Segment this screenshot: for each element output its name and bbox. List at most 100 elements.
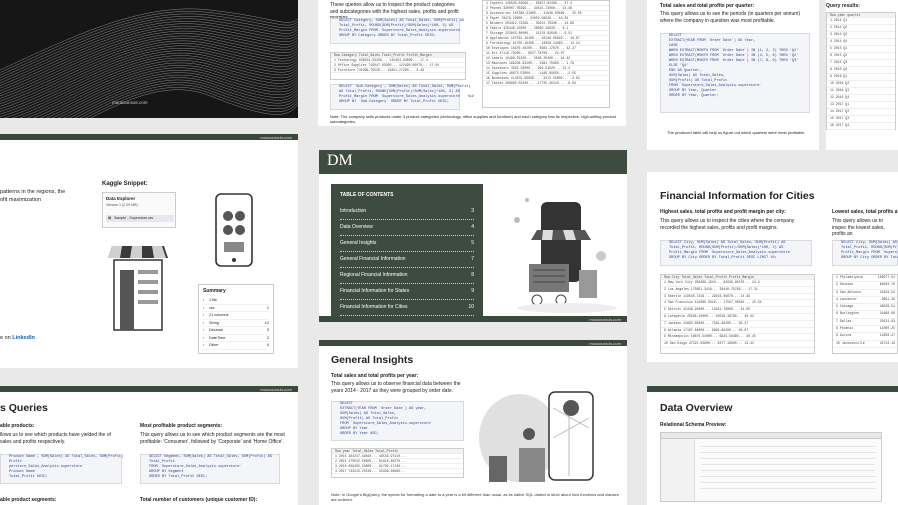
table-row: 10 San Diego 47521.02900... 6377.19600..… <box>661 341 814 348</box>
table-row: 4 San Francisco 112669.0919... 17507.385… <box>661 300 814 308</box>
table-row: 2 Los Angeles 175851.3419... 30440.75789… <box>661 287 814 294</box>
subcategory-results: 1 Copiers 149528.02999... 55617.82489...… <box>482 0 610 108</box>
general-heading: Total sales and total profits per year: <box>331 373 419 379</box>
table-row: 6 Lafayette 25036.20000... 10018.38760..… <box>661 314 814 321</box>
left-code[interactable]: Product Name`, SUM(Sales) AS Total_Sales… <box>0 454 123 484</box>
table-row: 6 2015 Q2 <box>827 53 895 60</box>
dataset-file-item[interactable]: ▤ Sample - Superstore.csv <box>106 215 174 222</box>
cities-results: Row City Total_Sales Total_Profit Profit… <box>660 274 815 354</box>
general-body: This query allows us to observe financia… <box>331 381 461 394</box>
summary-row: ▪ String 12 <box>203 320 269 327</box>
toc-entry[interactable]: Introduction 3 <box>340 208 474 220</box>
general-code[interactable]: SELECT EXTRACT(YEAR FROM `Order Date`) AS… <box>331 401 464 441</box>
category-code[interactable]: SELECT Category, SUM(Sales) AS Total_Sal… <box>330 18 464 44</box>
quarter-code[interactable]: SELECT EXTRACT(YEAR FROM `Order Date`) AS… <box>660 33 810 113</box>
city-name: 5 Chicago <box>836 304 854 309</box>
cities-slide: Financial Information for Cities Highest… <box>647 172 898 362</box>
toc-page: 8 <box>471 272 474 278</box>
city-name: 2 Houston <box>836 282 854 287</box>
table-row: 8 2015 Q4 <box>827 67 895 74</box>
table-row: 1 Philadelphia 109077.01 <box>833 275 897 283</box>
storefront-illustration <box>108 246 168 331</box>
table-row: 14 2017 Q2 <box>827 109 895 116</box>
wave-line <box>0 35 298 99</box>
toc-entry[interactable]: Regional Financial Information 8 <box>340 272 474 284</box>
toc-page: 5 <box>471 240 474 246</box>
toc-entry[interactable]: General Insights 5 <box>340 240 474 252</box>
city-name: 9 Aurora <box>836 333 852 338</box>
toc-slide: DM TABLE OF CONTENTS Introduction 3 Data O… <box>319 150 627 322</box>
cities-heading-low: Lowest sales, total profits a <box>832 209 898 215</box>
left-body: llows us to see which products have yiel… <box>0 432 111 445</box>
cities-body: This query allows us to inspect the citi… <box>660 218 795 231</box>
cities-code-low[interactable]: SELECT City, SUM(Sales) AS Total_Profit, … <box>832 240 898 266</box>
right-code[interactable]: SELECT Segment, SUM(Sales) AS Total_Sale… <box>140 454 280 484</box>
table-row: 8 Phoenix 11000.25 <box>833 326 897 334</box>
summary-value: 1 <box>266 305 269 310</box>
general-site: mousourouis.com <box>589 341 621 346</box>
toc-page: 10 <box>468 304 474 310</box>
summary-item-icon: ▪ <box>203 313 205 317</box>
summary-row: ▪ Decimal 3 <box>203 327 269 335</box>
table-row: 1 New York City 256368.1610... 62036.983… <box>661 280 814 287</box>
summary-row: ▪ csv 1 <box>203 305 269 312</box>
linkedin-footer: e on LinkedIn <box>0 335 35 341</box>
map-phone-illustration <box>479 391 594 482</box>
summary-row: ▪ 21 columns <box>203 312 269 320</box>
table-row: 9 Aurora 11656.47 <box>833 333 897 341</box>
cities-title: Financial Information for Cities <box>660 190 815 202</box>
table-row: 11 2016 Q3 <box>827 88 895 95</box>
schema-preview[interactable] <box>660 432 882 502</box>
summary-item-icon: ▪ <box>203 335 205 340</box>
toc-entry[interactable]: General Financial Information 7 <box>340 256 474 268</box>
overview-heading: Relational Schema Preview: <box>660 422 727 428</box>
toc-label: Introduction <box>340 208 367 214</box>
summary-item-icon: ▪ <box>203 328 205 332</box>
city-value: 48539.54 <box>879 304 895 309</box>
toc-page: 7 <box>471 256 474 262</box>
right-heading: Most profitable product segments: <box>140 423 223 429</box>
cities-code[interactable]: SELECT City, SUM(Sales) AS Total_Sales, … <box>660 240 812 266</box>
city-name: 6 Burlington <box>836 311 859 316</box>
toc-label: Data Overview <box>340 224 373 230</box>
table-row: 7 2015 Q3 <box>827 60 895 67</box>
category-results: Row Category Total_Sales Total_Profit Pr… <box>330 52 466 80</box>
summary-label: csv <box>209 305 215 310</box>
wave-line <box>79 84 298 118</box>
summary-label: 21 columns <box>209 313 229 317</box>
city-value: 11656.47 <box>879 333 895 338</box>
general-title: General Insights <box>331 354 414 366</box>
linkedin-link[interactable]: LinkedIn <box>12 335 35 341</box>
city-value: 20131.93 <box>879 318 895 323</box>
wave-line <box>11 57 298 118</box>
toc-page: 4 <box>471 224 474 230</box>
wave-lines-graphic <box>0 8 298 118</box>
sql-site: mousourouis.com <box>260 387 292 392</box>
table-row: 10 Jacksonville 44713.18 <box>833 341 897 348</box>
toc-entry[interactable]: Financial Information for Cities 10 <box>340 304 474 316</box>
results-heading: Query results: <box>826 3 860 9</box>
table-row: 17 Tables 206965.53200... -17725.48110..… <box>483 81 609 86</box>
city-value: 44713.18 <box>879 340 895 345</box>
toc-entry[interactable]: Data Overview 4 <box>340 224 474 236</box>
wave-line <box>90 89 298 118</box>
toc-page: 9 <box>471 288 474 294</box>
city-value: 9891.46 <box>881 296 895 301</box>
city-name: 8 Phoenix <box>836 326 854 331</box>
toc-label: Financial Information for Cities <box>340 304 408 310</box>
wave-line <box>63 77 298 118</box>
sql-title: s Queries <box>0 402 48 414</box>
summary-item-icon: ▪ <box>203 298 205 302</box>
city-value: 21843.52 <box>879 289 895 294</box>
categories-slide: These queries allow us to inspect the pr… <box>318 0 626 126</box>
quarter-body: This query allows us to see the periods … <box>660 11 801 24</box>
sql-queries-slide: mousourouis.com s Queries able products:… <box>0 386 298 505</box>
overview-title: Data Overview <box>660 402 733 414</box>
city-name: 10 Jacksonville <box>836 340 865 345</box>
dm-logo: DM <box>327 152 353 169</box>
wave-line <box>52 72 298 118</box>
subcategory-code[interactable]: SELECT `Sub-Category`, SUM(Sales) AS Tot… <box>330 84 471 110</box>
city-name: 1 Philadelphia <box>836 275 863 279</box>
toc-entry[interactable]: Financial Information for States 9 <box>340 288 474 300</box>
table-row: 2 2014 Q2 <box>827 25 895 32</box>
